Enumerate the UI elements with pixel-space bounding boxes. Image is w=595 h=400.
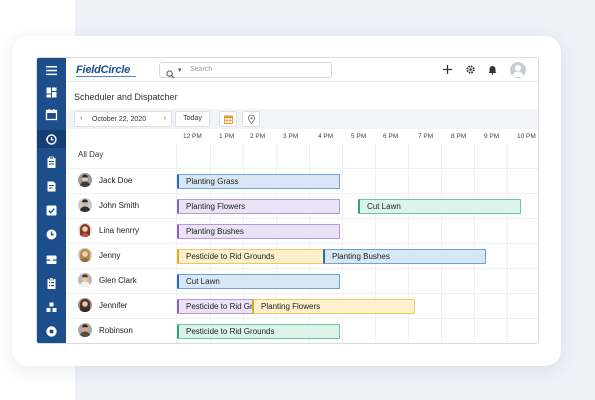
timeline-header: 12 PM 1 PM 2 PM 3 PM 4 PM 5 PM 6 PM 7 PM… xyxy=(66,129,538,144)
time-tick: 4 PM xyxy=(318,133,334,140)
time-tick: 8 PM xyxy=(451,133,467,140)
calendar-icon[interactable] xyxy=(45,108,58,121)
time-tick: 1 PM xyxy=(219,133,235,140)
resource-row: Glen Clark Cut Lawn xyxy=(66,269,538,294)
avatar xyxy=(78,173,92,187)
chevron-down-icon[interactable]: ▾ xyxy=(178,66,182,74)
resource-name: Glen Clark xyxy=(99,276,137,285)
event-block[interactable]: Planting Flowers xyxy=(177,199,340,214)
resource-row: Lina henrry Planting Bushes xyxy=(66,219,538,244)
time-tick: 3 PM xyxy=(283,133,299,140)
resource-row: Robinson Pesticide to Rid Grounds xyxy=(66,319,538,343)
time-tick: 5 PM xyxy=(351,133,367,140)
resource-name: Jack Doe xyxy=(99,176,133,185)
date-toolbar: ‹ October 22, 2020 › Today xyxy=(66,109,538,129)
all-day-row: All Day xyxy=(66,144,538,169)
date-navigator: ‹ October 22, 2020 › xyxy=(74,111,172,127)
inbox-icon[interactable] xyxy=(45,253,58,266)
avatar xyxy=(78,298,92,312)
resource-row: John Smith Planting Flowers Cut Lawn xyxy=(66,194,538,219)
all-day-label: All Day xyxy=(78,150,104,159)
resource-name: Jenny xyxy=(99,251,121,260)
page-title: Scheduler and Dispatcher xyxy=(74,92,178,102)
time-tick: 10 PM xyxy=(517,133,536,140)
checklist-icon[interactable] xyxy=(45,204,58,217)
avatar xyxy=(78,223,92,237)
inventory-icon[interactable] xyxy=(45,301,58,314)
invoice-icon[interactable] xyxy=(45,180,58,193)
event-block[interactable]: Pesticide to Rid Grounds xyxy=(177,249,325,264)
sidebar xyxy=(37,58,66,343)
time-tick: 9 PM xyxy=(484,133,500,140)
tasks-icon[interactable] xyxy=(45,277,58,290)
brand-logo[interactable]: FieldCircle xyxy=(76,64,130,76)
event-block[interactable]: Planting Flowers xyxy=(252,299,415,314)
event-block[interactable]: Planting Grass xyxy=(177,174,340,189)
prev-day-button[interactable]: ‹ xyxy=(80,115,82,122)
today-button[interactable]: Today xyxy=(175,111,210,127)
settings-icon[interactable] xyxy=(45,325,58,338)
time-tick: 12 PM xyxy=(183,133,202,140)
user-avatar-icon[interactable] xyxy=(510,62,526,78)
calendar-grid-icon xyxy=(224,115,233,124)
dispatch-icon[interactable] xyxy=(45,133,58,146)
event-block[interactable]: Planting Bushes xyxy=(323,249,486,264)
resource-name: John Smith xyxy=(99,201,140,210)
time-tick: 2 PM xyxy=(250,133,266,140)
bell-icon[interactable] xyxy=(487,64,498,75)
time-tick: 7 PM xyxy=(418,133,434,140)
search-input[interactable]: ▾ Search xyxy=(159,62,332,79)
event-block[interactable]: Pesticide to Rid Grounds xyxy=(177,299,255,314)
search-icon xyxy=(166,66,176,79)
resource-row: Jack Doe Planting Grass xyxy=(66,169,538,194)
next-day-button[interactable]: › xyxy=(164,115,166,122)
event-block[interactable]: Planting Bushes xyxy=(177,224,340,239)
logo-underline xyxy=(76,76,136,77)
add-icon[interactable] xyxy=(442,64,453,75)
calendar-view-button[interactable] xyxy=(219,111,237,127)
top-bar: FieldCircle ▾ Search xyxy=(66,58,538,82)
event-block[interactable]: Cut Lawn xyxy=(358,199,521,214)
schedule-grid: All Day Jack Doe Planting Grass John Smi… xyxy=(66,144,538,343)
resource-name: Lina henrry xyxy=(99,226,140,235)
event-block[interactable]: Cut Lawn xyxy=(177,274,340,289)
avatar xyxy=(78,248,92,262)
resource-name: Jennifer xyxy=(99,301,128,310)
dashboard-icon[interactable] xyxy=(45,86,58,99)
event-block[interactable]: Pesticide to Rid Grounds xyxy=(177,324,340,339)
gear-icon[interactable] xyxy=(465,64,476,75)
scheduler-app-window: FieldCircle ▾ Search Scheduler and Dispa… xyxy=(36,57,539,344)
resource-row: Jenny Pesticide to Rid Grounds Planting … xyxy=(66,244,538,269)
resource-name: Robinson xyxy=(99,326,133,335)
current-date[interactable]: October 22, 2020 xyxy=(92,116,146,123)
avatar xyxy=(78,273,92,287)
avatar xyxy=(78,198,92,212)
time-tick: 6 PM xyxy=(383,133,399,140)
clipboard-icon[interactable] xyxy=(45,156,58,169)
map-pin-icon xyxy=(247,115,256,124)
clock-icon[interactable] xyxy=(45,228,58,241)
search-placeholder: Search xyxy=(190,66,213,73)
resource-row: Jennifer Pesticide to Rid Grounds Planti… xyxy=(66,294,538,319)
avatar xyxy=(78,323,92,337)
menu-icon[interactable] xyxy=(45,64,58,77)
map-view-button[interactable] xyxy=(242,111,260,127)
